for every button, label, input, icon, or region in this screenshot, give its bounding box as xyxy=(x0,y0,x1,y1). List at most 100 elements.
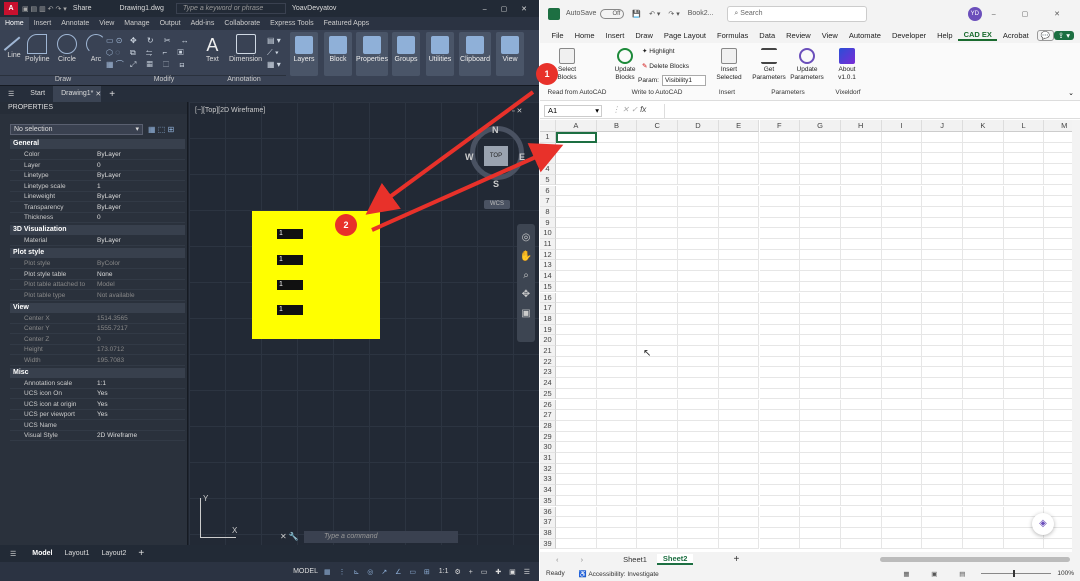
grid-cell[interactable] xyxy=(922,367,963,379)
column-header[interactable]: M xyxy=(1044,120,1072,132)
grid-cell[interactable] xyxy=(1003,367,1045,379)
grid-cell[interactable] xyxy=(759,335,801,346)
grid-cell[interactable] xyxy=(556,271,597,282)
grid-cell[interactable] xyxy=(963,527,1004,539)
row-header[interactable]: 35 xyxy=(540,495,556,507)
grid-cell[interactable] xyxy=(922,174,963,186)
grid-cell[interactable] xyxy=(759,538,801,550)
grid-cell[interactable] xyxy=(963,335,1004,346)
grid-cell[interactable] xyxy=(1003,271,1045,282)
row-header[interactable]: 29 xyxy=(540,431,556,443)
grid-cell[interactable] xyxy=(718,303,760,314)
grid-cell[interactable] xyxy=(678,420,719,432)
grid-cell[interactable] xyxy=(718,292,760,304)
about-button[interactable]: About v1.0.1 xyxy=(833,48,861,82)
grid-cell[interactable] xyxy=(800,249,841,261)
grid-cell[interactable] xyxy=(800,399,841,411)
row-header[interactable]: 34 xyxy=(540,485,556,496)
grid-cell[interactable] xyxy=(963,453,1004,464)
property-row[interactable]: Plot style table None xyxy=(10,270,185,280)
grid-cell[interactable] xyxy=(881,495,923,507)
viewcube-east[interactable]: E xyxy=(519,152,525,162)
grid-cell[interactable] xyxy=(881,271,923,282)
grid-cell[interactable] xyxy=(840,399,882,411)
grid-cell[interactable] xyxy=(881,313,923,325)
grid-cell[interactable] xyxy=(1044,218,1072,229)
grid-cell[interactable] xyxy=(881,217,923,229)
grid-cell[interactable] xyxy=(759,474,801,486)
grid-cell[interactable] xyxy=(718,506,760,518)
grid-cell[interactable] xyxy=(759,346,801,357)
modify-tools[interactable]: ✥ ↻ ✂ ↔ ⧉ ⇋ ⌐ ▣ ⤢ ▦ ⬚ ⊟ xyxy=(130,35,193,71)
grid-cell[interactable] xyxy=(759,185,801,197)
grid-cell[interactable] xyxy=(1044,271,1072,282)
grid-cell[interactable] xyxy=(800,239,841,250)
grid-cell[interactable] xyxy=(678,260,719,272)
update-parameters-button[interactable]: Update Parameters xyxy=(788,48,826,82)
grid-cell[interactable] xyxy=(963,378,1004,389)
grid-cell[interactable] xyxy=(963,142,1004,154)
add-layout-button[interactable]: + xyxy=(132,548,150,559)
grid-cell[interactable] xyxy=(596,313,638,325)
grid-cell[interactable] xyxy=(556,185,597,197)
grid-cell[interactable] xyxy=(840,453,882,464)
grid-cell[interactable] xyxy=(922,453,963,464)
grid-cell[interactable] xyxy=(1003,346,1045,357)
property-row[interactable]: Plot style ByColor xyxy=(10,259,185,270)
grid-cell[interactable] xyxy=(1044,367,1072,379)
grid-cell[interactable] xyxy=(678,517,719,528)
grid-cell[interactable] xyxy=(800,335,841,346)
grid-cell[interactable] xyxy=(678,271,719,282)
block-2[interactable]: 1 xyxy=(277,255,303,265)
grid-cell[interactable] xyxy=(718,206,760,218)
grid-cell[interactable] xyxy=(678,174,719,186)
grid-cell[interactable] xyxy=(963,303,1004,314)
grid-cell[interactable] xyxy=(840,527,882,539)
grid-cell[interactable] xyxy=(881,463,923,475)
fx-button[interactable]: ⋮ ✕ ✓ fx xyxy=(612,105,646,114)
grid-cell[interactable] xyxy=(1003,185,1045,197)
grid-cell[interactable] xyxy=(922,356,963,368)
grid-cell[interactable] xyxy=(556,346,597,357)
annotation-scale[interactable]: 1:1 xyxy=(439,568,449,575)
layout-tab-layout1[interactable]: Layout1 xyxy=(59,550,96,557)
grid-cell[interactable] xyxy=(1003,399,1045,411)
grid-cell[interactable] xyxy=(678,217,719,229)
row-header[interactable]: 8 xyxy=(540,206,556,218)
grid-cell[interactable] xyxy=(678,378,719,389)
grid-cell[interactable] xyxy=(800,506,841,518)
grid-cell[interactable] xyxy=(963,474,1004,486)
get-parameters-button[interactable]: Get Parameters xyxy=(752,48,786,82)
grid-cell[interactable] xyxy=(922,153,963,165)
grid-cell[interactable] xyxy=(840,367,882,379)
grid-cell[interactable] xyxy=(596,356,638,368)
property-row[interactable]: UCS icon On Yes xyxy=(10,389,185,400)
grid-cell[interactable] xyxy=(881,431,923,443)
row-header[interactable]: 20 xyxy=(540,335,556,346)
grid-cell[interactable] xyxy=(759,249,801,261)
row-header[interactable]: 27 xyxy=(540,410,556,421)
grid-cell[interactable] xyxy=(678,431,719,443)
grid-cell[interactable] xyxy=(840,217,882,229)
wcs-menu[interactable]: WCS xyxy=(484,200,510,209)
grid-cell[interactable] xyxy=(718,217,760,229)
grid-cell[interactable] xyxy=(963,388,1004,400)
grid-cell[interactable] xyxy=(596,153,638,165)
grid-cell[interactable] xyxy=(963,442,1004,453)
grid-cell[interactable] xyxy=(800,420,841,432)
grid-cell[interactable] xyxy=(800,388,841,400)
grid-cell[interactable] xyxy=(718,388,760,400)
grid-cell[interactable] xyxy=(718,281,760,293)
column-header[interactable]: B xyxy=(596,120,638,132)
user-avatar[interactable]: YD xyxy=(967,6,982,21)
grid-cell[interactable] xyxy=(637,463,679,475)
tab-view[interactable]: View xyxy=(94,20,119,27)
row-header[interactable]: 25 xyxy=(540,388,556,400)
row-header[interactable]: 5 xyxy=(540,174,556,186)
grid-cell[interactable] xyxy=(637,495,679,507)
grid-cell[interactable] xyxy=(800,260,841,272)
grid-cell[interactable] xyxy=(1003,388,1045,400)
block-4[interactable]: 1 xyxy=(277,305,303,315)
grid-cell[interactable] xyxy=(678,142,719,154)
grid-cell[interactable] xyxy=(881,410,923,421)
